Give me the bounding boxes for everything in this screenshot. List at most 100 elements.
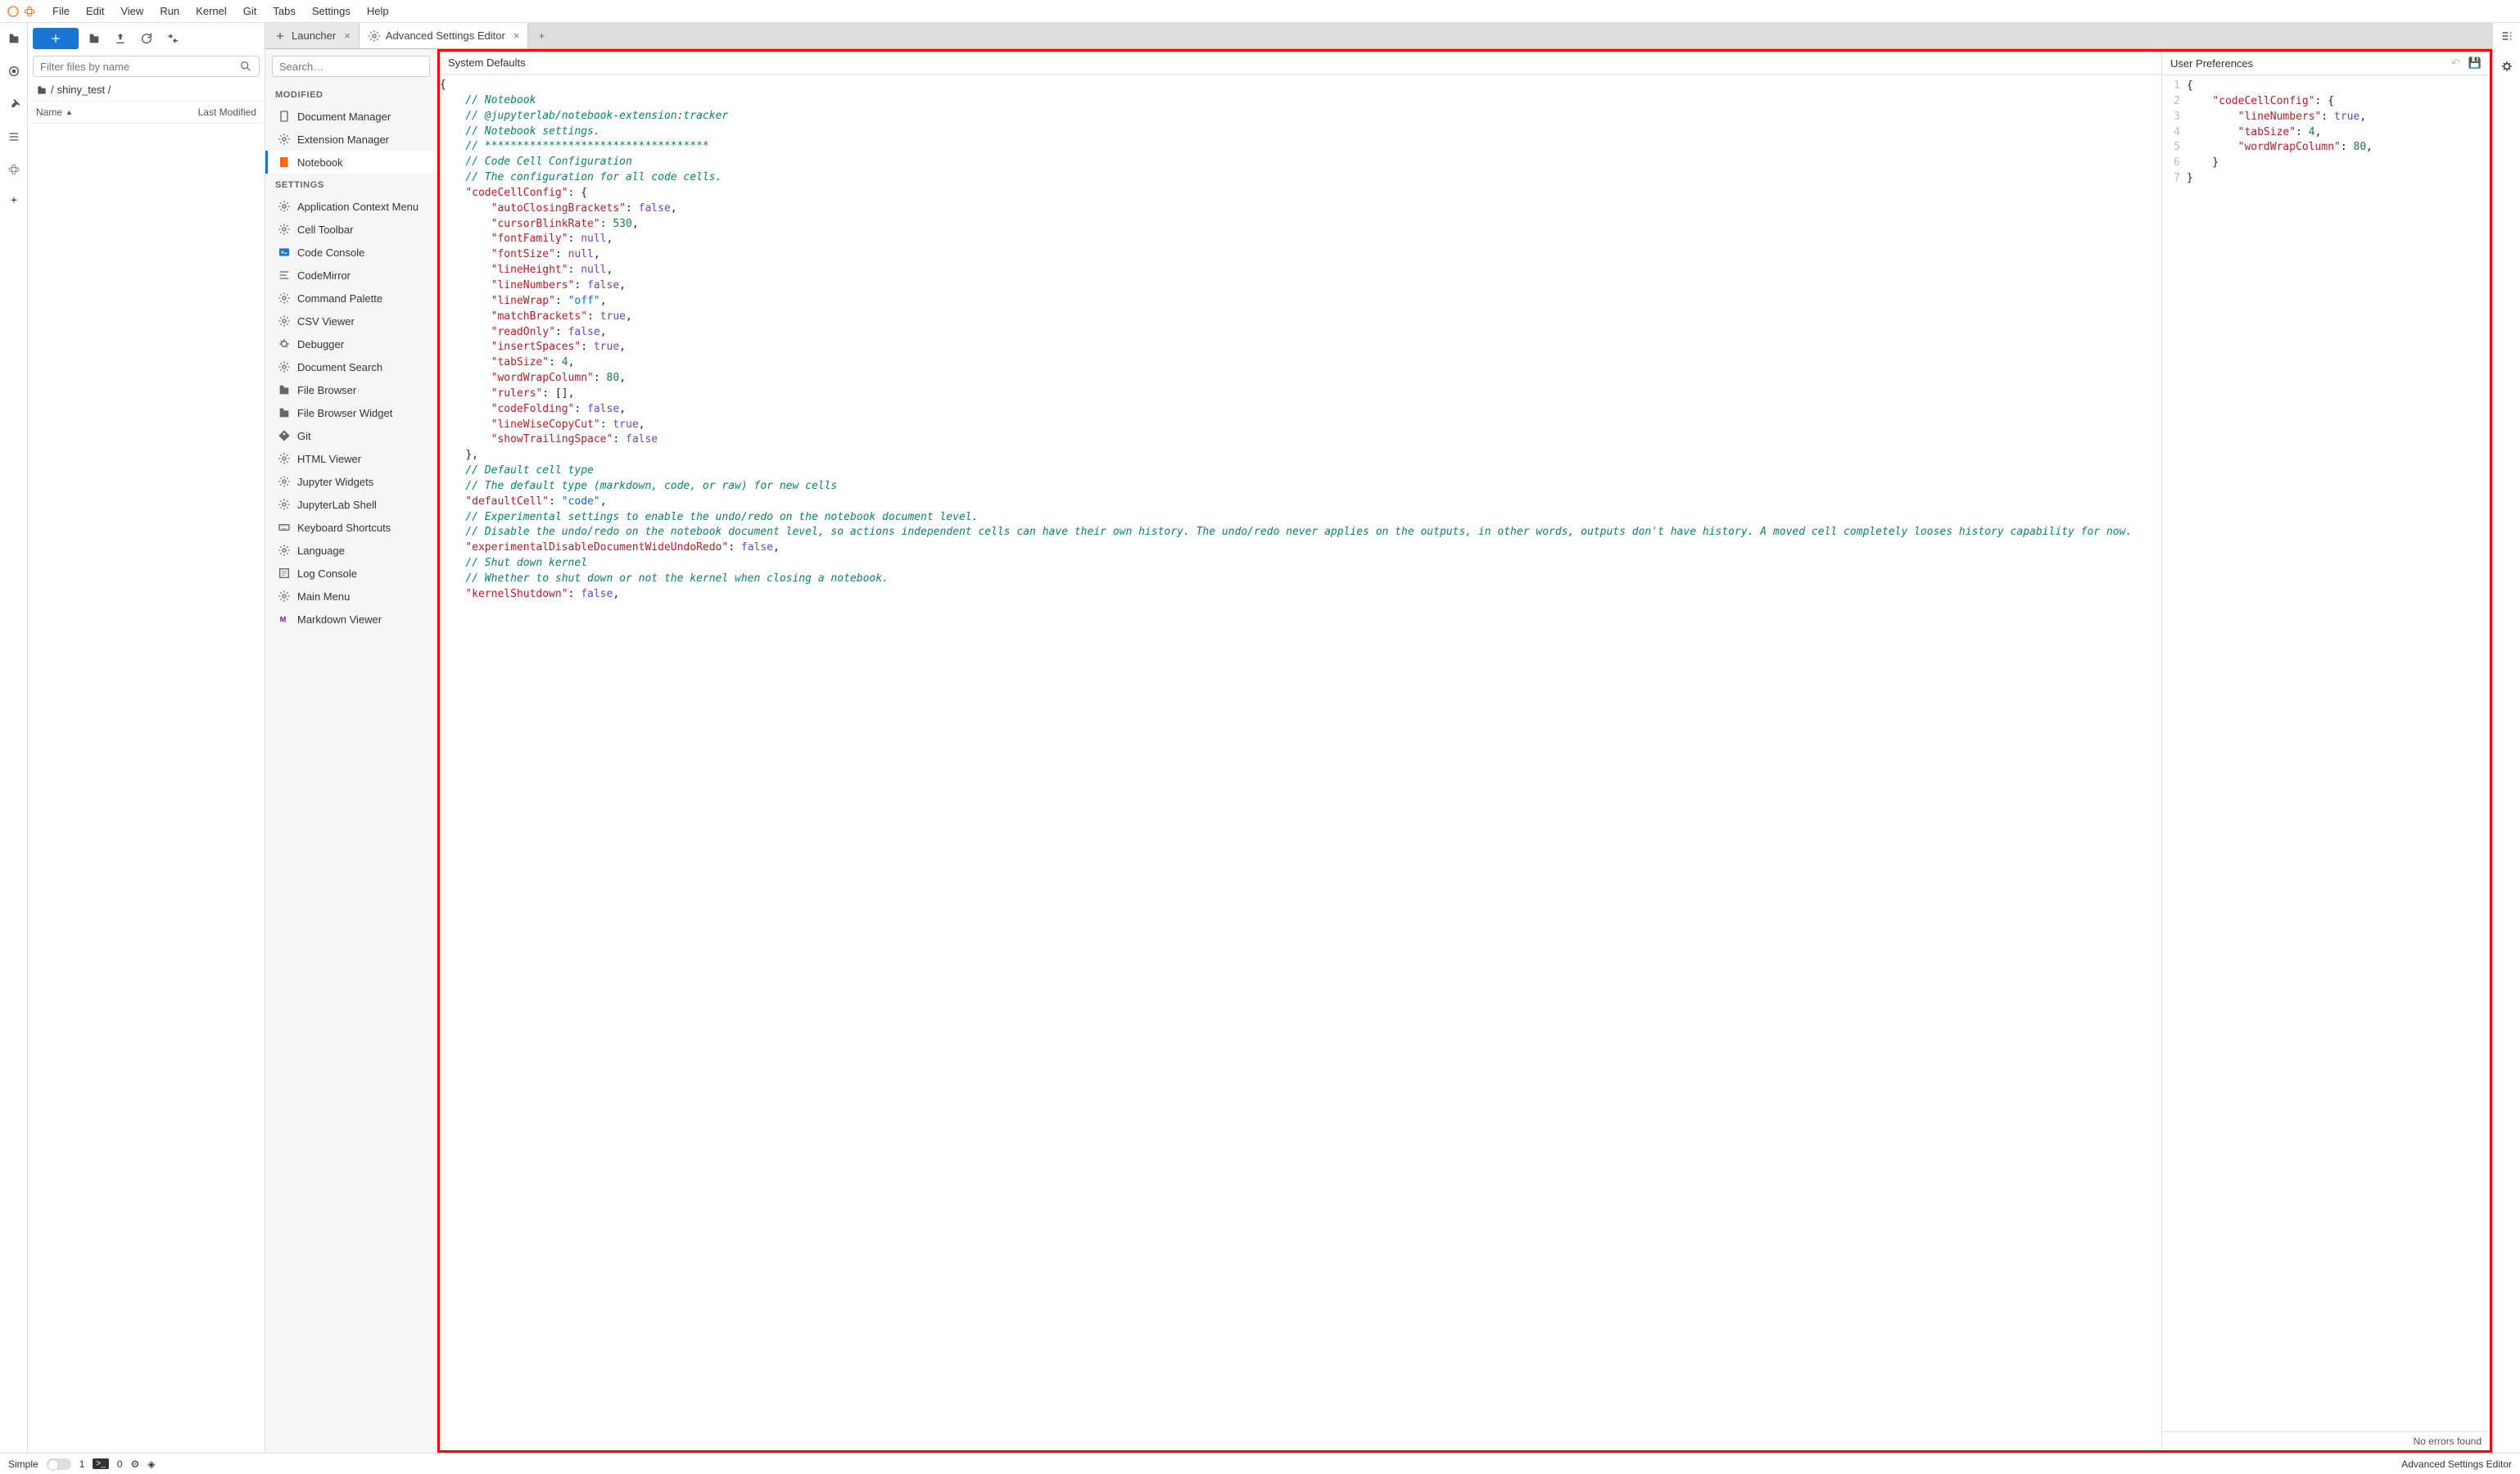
property-inspector-icon[interactable] [2500,29,2513,45]
settings-item-document-manager[interactable]: Document Manager [265,105,437,128]
debugger-icon[interactable] [2500,60,2513,75]
settings-item-code-console[interactable]: Code Console [265,241,437,264]
close-icon[interactable]: × [514,29,520,42]
lines-icon [278,269,291,282]
settings-item-git[interactable]: Git [265,424,437,447]
folder-icon [278,383,291,396]
undo-icon[interactable]: ↶ [2451,57,2460,70]
settings-item-debugger[interactable]: Debugger [265,332,437,355]
settings-item-document-search[interactable]: Document Search [265,355,437,378]
status-count-1: 1 [79,1458,85,1470]
settings-item-language[interactable]: Language [265,539,437,562]
running-icon[interactable] [5,62,23,80]
gear-icon [278,292,291,305]
settings-item-application-context-menu[interactable]: Application Context Menu [265,195,437,218]
defaults-header: System Defaults [440,52,2161,75]
gear-icon [278,475,291,488]
tab-bar: Launcher × Advanced Settings Editor × + [265,23,2492,49]
menu-edit[interactable]: Edit [78,2,112,20]
settings-item-codemirror[interactable]: CodeMirror [265,264,437,287]
file-filter-input[interactable] [40,61,239,73]
defaults-title: System Defaults [448,57,526,69]
toc-icon[interactable] [5,128,23,146]
save-icon[interactable]: 💾 [2468,57,2482,70]
col-name[interactable]: Name▲ [28,102,166,123]
left-activity-bar [0,23,28,1453]
status-bar: Simple 1 >_ 0 ⚙ ◈ Advanced Settings Edit… [0,1453,2520,1474]
settings-category-panel: MODIFIED Document ManagerExtension Manag… [265,49,437,1453]
tab-settings[interactable]: Advanced Settings Editor × [360,23,529,48]
simple-label: Simple [8,1458,38,1470]
search-icon [239,60,252,73]
user-code-body[interactable]: 1{2 "codeCellConfig": {3 "lineNumbers": … [2162,75,2490,1431]
breadcrumb-folder[interactable]: shiny_test / [57,84,111,96]
gear-icon [278,498,291,511]
col-modified[interactable]: Last Modified [166,102,265,123]
svg-text:M: M [280,615,287,623]
git-pull-icon[interactable] [162,28,183,49]
upload-icon[interactable] [110,28,131,49]
close-icon[interactable]: × [344,29,351,42]
settings-item-jupyterlab-shell[interactable]: JupyterLab Shell [265,493,437,516]
orbit-icon [23,5,36,18]
tab-launcher[interactable]: Launcher × [265,23,360,48]
gear-icon [278,590,291,603]
folder-icon [278,406,291,419]
settings-item-keyboard-shortcuts[interactable]: Keyboard Shortcuts [265,516,437,539]
breadcrumb[interactable]: / shiny_test / [28,79,265,101]
jupyter-logo [7,5,36,18]
breadcrumb-root[interactable]: / [51,84,54,96]
settings-item-markdown-viewer[interactable]: MMarkdown Viewer [265,608,437,631]
file-filter[interactable] [33,56,260,77]
menu-git[interactable]: Git [235,2,265,20]
gear-icon [278,452,291,465]
menu-tabs[interactable]: Tabs [265,2,303,20]
menu-file[interactable]: File [44,2,78,20]
simple-toggle[interactable] [47,1458,71,1470]
settings-item-notebook[interactable]: Notebook [265,151,437,174]
doc-icon [278,110,291,123]
settings-item-file-browser-widget[interactable]: File Browser Widget [265,401,437,424]
gear-icon [278,314,291,328]
new-folder-icon[interactable] [84,28,105,49]
settings-item-extension-manager[interactable]: Extension Manager [265,128,437,151]
terminal-chip-icon[interactable]: >_ [93,1458,108,1469]
folder-icon [36,84,48,96]
menu-run[interactable]: Run [152,2,188,20]
tab-add-button[interactable]: + [528,23,554,48]
settings-item-html-viewer[interactable]: HTML Viewer [265,447,437,470]
gear-icon [278,223,291,236]
puzzle-icon[interactable] [5,193,23,211]
md-icon: M [278,613,291,626]
git-status-icon[interactable]: ◈ [147,1458,155,1470]
settings-item-jupyter-widgets[interactable]: Jupyter Widgets [265,470,437,493]
console-icon [278,246,291,259]
menu-bar: FileEditViewRunKernelGitTabsSettingsHelp [0,0,2520,23]
menu-settings[interactable]: Settings [304,2,359,20]
gear-icon [368,29,381,43]
settings-item-main-menu[interactable]: Main Menu [265,585,437,608]
new-launcher-button[interactable] [33,28,79,49]
settings-item-cell-toolbar[interactable]: Cell Toolbar [265,218,437,241]
settings-item-log-console[interactable]: Log Console [265,562,437,585]
section-modified: MODIFIED [265,84,437,105]
folder-icon[interactable] [5,29,23,47]
extensions-icon[interactable] [5,161,23,179]
settings-search-input[interactable] [279,61,423,73]
gear-icon[interactable]: ⚙ [130,1458,139,1470]
menu-kernel[interactable]: Kernel [188,2,235,20]
user-header: User Preferences ↶ 💾 [2162,52,2490,75]
user-preferences-editor: User Preferences ↶ 💾 1{2 "codeCellConfig… [2162,52,2490,1450]
menu-help[interactable]: Help [359,2,397,20]
settings-item-file-browser[interactable]: File Browser [265,378,437,401]
gear-icon [278,133,291,146]
git-icon[interactable] [5,95,23,113]
settings-item-command-palette[interactable]: Command Palette [265,287,437,310]
settings-search[interactable] [272,56,430,77]
settings-item-csv-viewer[interactable]: CSV Viewer [265,310,437,332]
defaults-code-body[interactable]: { // Notebook // @jupyterlab/notebook-ex… [440,75,2161,1450]
menu-view[interactable]: View [112,2,152,20]
system-defaults-editor: System Defaults { // Notebook // @jupyte… [440,52,2162,1450]
refresh-icon[interactable] [136,28,157,49]
file-browser-panel: / shiny_test / Name▲ Last Modified [28,23,265,1453]
